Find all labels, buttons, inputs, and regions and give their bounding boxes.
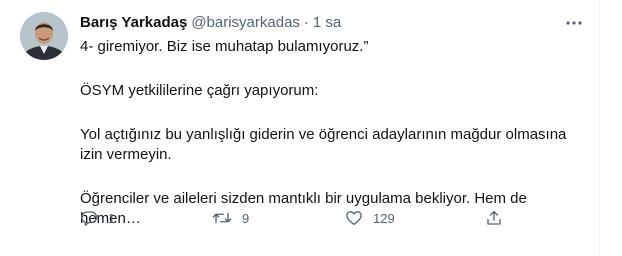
tweet-paragraph: 4- giremiyor. Biz ise muhatap bulamıyoru… (80, 38, 369, 55)
share-button[interactable] (485, 206, 503, 230)
separator-dot: · (303, 14, 309, 31)
tweet-card[interactable]: Barış Yarkadaş @barisyarkadas · 1 sa 4- gir… (0, 0, 600, 256)
profile-photo-icon (20, 12, 68, 60)
retweet-count: 9 (242, 210, 250, 226)
tweet-paragraph: Yol açtığınız bu yanlışlığı giderin ve ö… (80, 126, 567, 163)
reply-count: 1 (108, 210, 116, 226)
tweet-header: Barış Yarkadaş @barisyarkadas · 1 sa (80, 13, 341, 33)
tweet-actions: 1 9 129 (72, 206, 512, 230)
like-count: 129 (373, 210, 395, 226)
heart-icon (346, 211, 362, 226)
retweet-button[interactable]: 9 (212, 206, 249, 230)
tweet-time[interactable]: 1 sa (313, 14, 341, 31)
share-icon (487, 210, 501, 225)
reply-button[interactable]: 1 (80, 206, 115, 230)
retweet-icon (212, 212, 232, 224)
like-button[interactable]: 129 (345, 206, 395, 230)
more-icon (566, 21, 582, 25)
author-handle[interactable]: @barisyarkadas (191, 14, 300, 31)
more-options-button[interactable] (562, 12, 586, 34)
avatar[interactable] (20, 12, 68, 60)
author-name[interactable]: Barış Yarkadaş (80, 14, 187, 31)
tweet-paragraph: ÖSYM yetkililerine çağrı yapıyorum: (80, 82, 319, 99)
reply-icon (81, 211, 98, 226)
